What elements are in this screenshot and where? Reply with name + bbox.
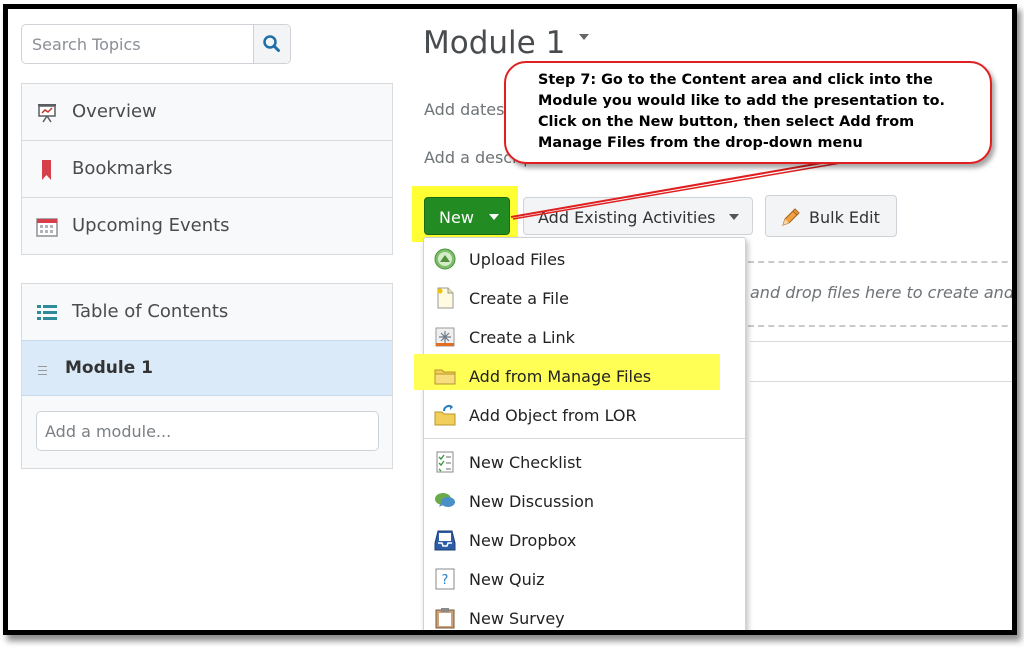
screenshot-frame: Overview Bookmarks Upcoming Events xyxy=(3,4,1017,635)
callout-text: Step 7: Go to the Content area and click… xyxy=(538,72,945,151)
instruction-callout: Step 7: Go to the Content area and click… xyxy=(504,61,992,164)
